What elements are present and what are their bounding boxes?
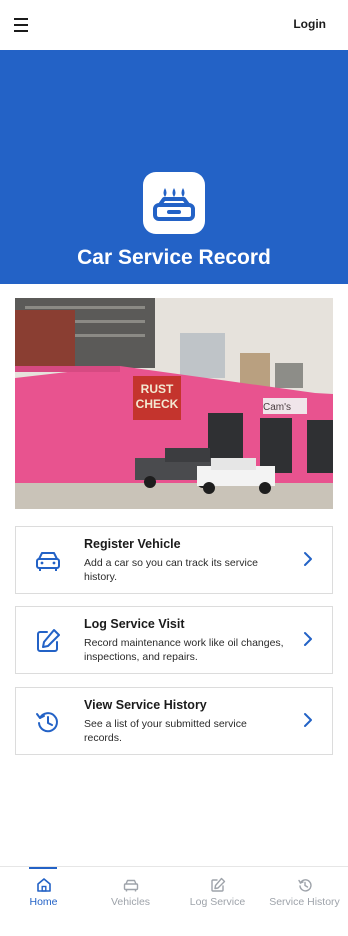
car-icon — [36, 552, 60, 571]
app-title: Car Service Record — [77, 246, 271, 269]
nav-vehicles[interactable]: Vehicles — [87, 867, 174, 936]
sign-text-cams: Cam's — [263, 402, 291, 413]
edit-icon — [210, 877, 225, 892]
sign-text-check: CHECK — [136, 397, 179, 411]
shop-photo: RUST CHECK Cam's — [15, 298, 333, 509]
chevron-right-icon — [304, 632, 312, 646]
login-link[interactable]: Login — [293, 17, 326, 31]
card-description: Record maintenance work like oil changes… — [84, 637, 284, 663]
card-title: Log Service Visit — [84, 617, 185, 631]
car-icon — [123, 879, 138, 892]
nav-label: Vehicles — [110, 896, 151, 908]
sign-text-rust: RUST — [141, 382, 174, 396]
chevron-right-icon — [304, 552, 312, 566]
nav-label: Service History — [269, 896, 340, 908]
card-title: View Service History — [84, 698, 207, 712]
card-description: Add a car so you can track its service h… — [84, 557, 258, 583]
car-service-logo-icon — [143, 172, 205, 234]
bottom-navigation: Home Vehicles Log Service Service Histor… — [0, 866, 348, 936]
history-icon — [36, 712, 58, 733]
nav-label: Log Service — [189, 896, 246, 908]
card-description: See a list of your submitted service rec… — [84, 718, 247, 744]
edit-icon — [37, 629, 60, 652]
log-service-visit-card[interactable]: Log Service Visit Record maintenance wor… — [15, 606, 333, 674]
nav-home[interactable]: Home — [0, 867, 87, 936]
view-service-history-card[interactable]: View Service History See a list of your … — [15, 687, 333, 755]
home-icon — [36, 878, 51, 892]
nav-label: Home — [29, 896, 58, 908]
chevron-right-icon — [304, 713, 312, 727]
register-vehicle-card[interactable]: Register Vehicle Add a car so you can tr… — [15, 526, 333, 594]
nav-service-history[interactable]: Service History — [261, 867, 348, 936]
card-title: Register Vehicle — [84, 537, 181, 551]
history-icon — [297, 879, 312, 892]
nav-log-service[interactable]: Log Service — [174, 867, 261, 936]
top-bar: Login — [0, 0, 348, 50]
hamburger-menu-icon[interactable] — [12, 15, 32, 35]
hero-banner: Car Service Record — [0, 50, 348, 284]
